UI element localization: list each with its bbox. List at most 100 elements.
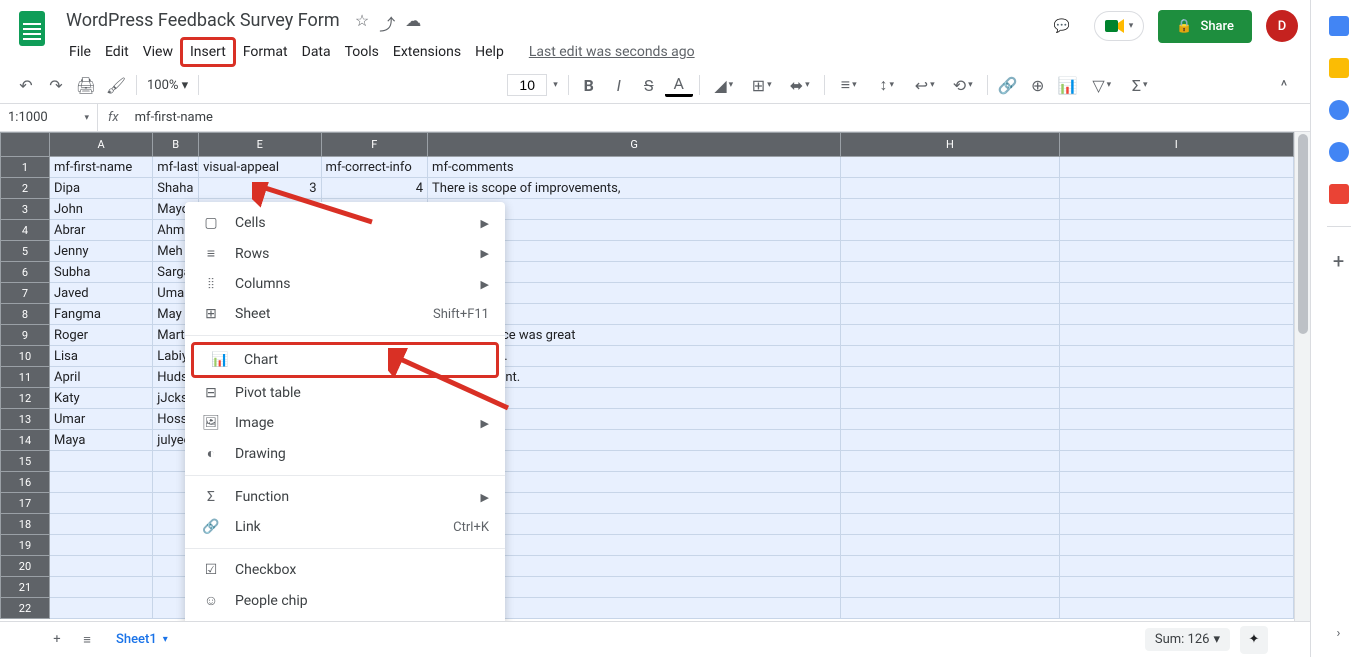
- name-box[interactable]: 1:1000: [0, 104, 98, 131]
- cell-H12[interactable]: [841, 388, 1059, 409]
- add-sheet-button[interactable]: +: [42, 625, 72, 655]
- text-color-icon[interactable]: A: [665, 73, 693, 97]
- cell-A5[interactable]: Jenny: [49, 241, 152, 262]
- cell-A19[interactable]: [49, 535, 152, 556]
- row-header-5[interactable]: 5: [1, 241, 50, 262]
- cell-F1[interactable]: mf-correct-info: [321, 157, 428, 178]
- menu-extensions[interactable]: Extensions: [386, 40, 468, 64]
- row-header-3[interactable]: 3: [1, 199, 50, 220]
- cell-A3[interactable]: John: [49, 199, 152, 220]
- menu-people[interactable]: ☺People chip: [185, 585, 505, 616]
- row-header-12[interactable]: 12: [1, 388, 50, 409]
- cell-H17[interactable]: [841, 493, 1059, 514]
- cell-A2[interactable]: Dipa: [49, 178, 152, 199]
- row-header-15[interactable]: 15: [1, 451, 50, 472]
- row-header-10[interactable]: 10: [1, 346, 50, 367]
- cell-I6[interactable]: [1059, 262, 1293, 283]
- borders-icon[interactable]: ⊞: [744, 71, 780, 99]
- cell-A11[interactable]: April: [49, 367, 152, 388]
- valign-icon[interactable]: ↕: [869, 71, 905, 99]
- zoom-select[interactable]: 100% ▾: [143, 78, 192, 93]
- cell-I16[interactable]: [1059, 472, 1293, 493]
- menu-help[interactable]: Help: [468, 40, 511, 64]
- cell-H20[interactable]: [841, 556, 1059, 577]
- fill-color-icon[interactable]: ◢: [706, 71, 742, 99]
- sum-chip[interactable]: Sum: 126 ▾: [1145, 628, 1230, 651]
- meet-button[interactable]: ▾: [1094, 11, 1145, 41]
- row-header-7[interactable]: 7: [1, 283, 50, 304]
- cell-I22[interactable]: [1059, 598, 1293, 619]
- row-header-22[interactable]: 22: [1, 598, 50, 619]
- last-edit[interactable]: Last edit was seconds ago: [529, 44, 695, 60]
- cell-B2[interactable]: Shaha: [153, 178, 199, 199]
- explore-button[interactable]: ✦: [1240, 626, 1268, 654]
- font-size-input[interactable]: [507, 74, 547, 96]
- cell-H15[interactable]: [841, 451, 1059, 472]
- functions-icon[interactable]: Σ: [1122, 71, 1158, 99]
- wrap-icon[interactable]: ↩: [907, 71, 943, 99]
- menu-sheet[interactable]: ⊞SheetShift+F11: [185, 299, 505, 329]
- cell-I1[interactable]: [1059, 157, 1293, 178]
- cell-H5[interactable]: [841, 241, 1059, 262]
- cell-E1[interactable]: visual-appeal: [199, 157, 321, 178]
- menu-function[interactable]: ΣFunction▶: [185, 482, 505, 512]
- cell-A18[interactable]: [49, 514, 152, 535]
- print-icon[interactable]: 🖨: [72, 71, 100, 99]
- cell-I17[interactable]: [1059, 493, 1293, 514]
- share-button[interactable]: 🔒 Share: [1158, 10, 1252, 43]
- cell-I9[interactable]: [1059, 325, 1293, 346]
- sheets-logo[interactable]: [12, 8, 52, 48]
- col-header-E[interactable]: E: [199, 133, 321, 157]
- add-addon-icon[interactable]: +: [1333, 249, 1344, 273]
- row-header-13[interactable]: 13: [1, 409, 50, 430]
- cell-I3[interactable]: [1059, 199, 1293, 220]
- cell-A20[interactable]: [49, 556, 152, 577]
- cell-H2[interactable]: [841, 178, 1059, 199]
- cell-H22[interactable]: [841, 598, 1059, 619]
- cell-A22[interactable]: [49, 598, 152, 619]
- redo-icon[interactable]: ↷: [42, 71, 70, 99]
- row-header-9[interactable]: 9: [1, 325, 50, 346]
- cell-A13[interactable]: Umar: [49, 409, 152, 430]
- star-icon[interactable]: ☆: [355, 11, 369, 35]
- row-header-21[interactable]: 21: [1, 577, 50, 598]
- menu-insert[interactable]: Insert: [180, 37, 236, 67]
- row-header-1[interactable]: 1: [1, 157, 50, 178]
- cell-I13[interactable]: [1059, 409, 1293, 430]
- cell-A7[interactable]: Javed: [49, 283, 152, 304]
- row-header-11[interactable]: 11: [1, 367, 50, 388]
- avatar[interactable]: D: [1266, 10, 1298, 42]
- maps-icon[interactable]: [1329, 184, 1349, 204]
- italic-icon[interactable]: I: [605, 71, 633, 99]
- strike-icon[interactable]: S: [635, 71, 663, 99]
- cell-I15[interactable]: [1059, 451, 1293, 472]
- link-toolbar-icon[interactable]: 🔗: [994, 71, 1022, 99]
- paint-format-icon[interactable]: 🖌: [102, 71, 130, 99]
- cell-H4[interactable]: [841, 220, 1059, 241]
- cell-A9[interactable]: Roger: [49, 325, 152, 346]
- row-header-8[interactable]: 8: [1, 304, 50, 325]
- cell-H8[interactable]: [841, 304, 1059, 325]
- bold-icon[interactable]: B: [575, 71, 603, 99]
- cell-H16[interactable]: [841, 472, 1059, 493]
- cell-H6[interactable]: [841, 262, 1059, 283]
- cell-A8[interactable]: Fangma: [49, 304, 152, 325]
- menu-format[interactable]: Format: [236, 40, 295, 64]
- cell-H19[interactable]: [841, 535, 1059, 556]
- cell-H18[interactable]: [841, 514, 1059, 535]
- menu-link[interactable]: 🔗LinkCtrl+K: [185, 512, 505, 542]
- col-header-I[interactable]: I: [1059, 133, 1293, 157]
- row-header-19[interactable]: 19: [1, 535, 50, 556]
- cell-A10[interactable]: Lisa: [49, 346, 152, 367]
- col-header-F[interactable]: F: [321, 133, 428, 157]
- row-header-16[interactable]: 16: [1, 472, 50, 493]
- undo-icon[interactable]: ↶: [12, 71, 40, 99]
- cell-I18[interactable]: [1059, 514, 1293, 535]
- filter-icon[interactable]: ▽: [1084, 71, 1120, 99]
- all-sheets-button[interactable]: ≡: [72, 625, 102, 655]
- menu-checkbox[interactable]: ☑Checkbox: [185, 555, 505, 585]
- col-header-G[interactable]: G: [428, 133, 841, 157]
- menu-tools[interactable]: Tools: [338, 40, 386, 64]
- cell-A16[interactable]: [49, 472, 152, 493]
- row-header-2[interactable]: 2: [1, 178, 50, 199]
